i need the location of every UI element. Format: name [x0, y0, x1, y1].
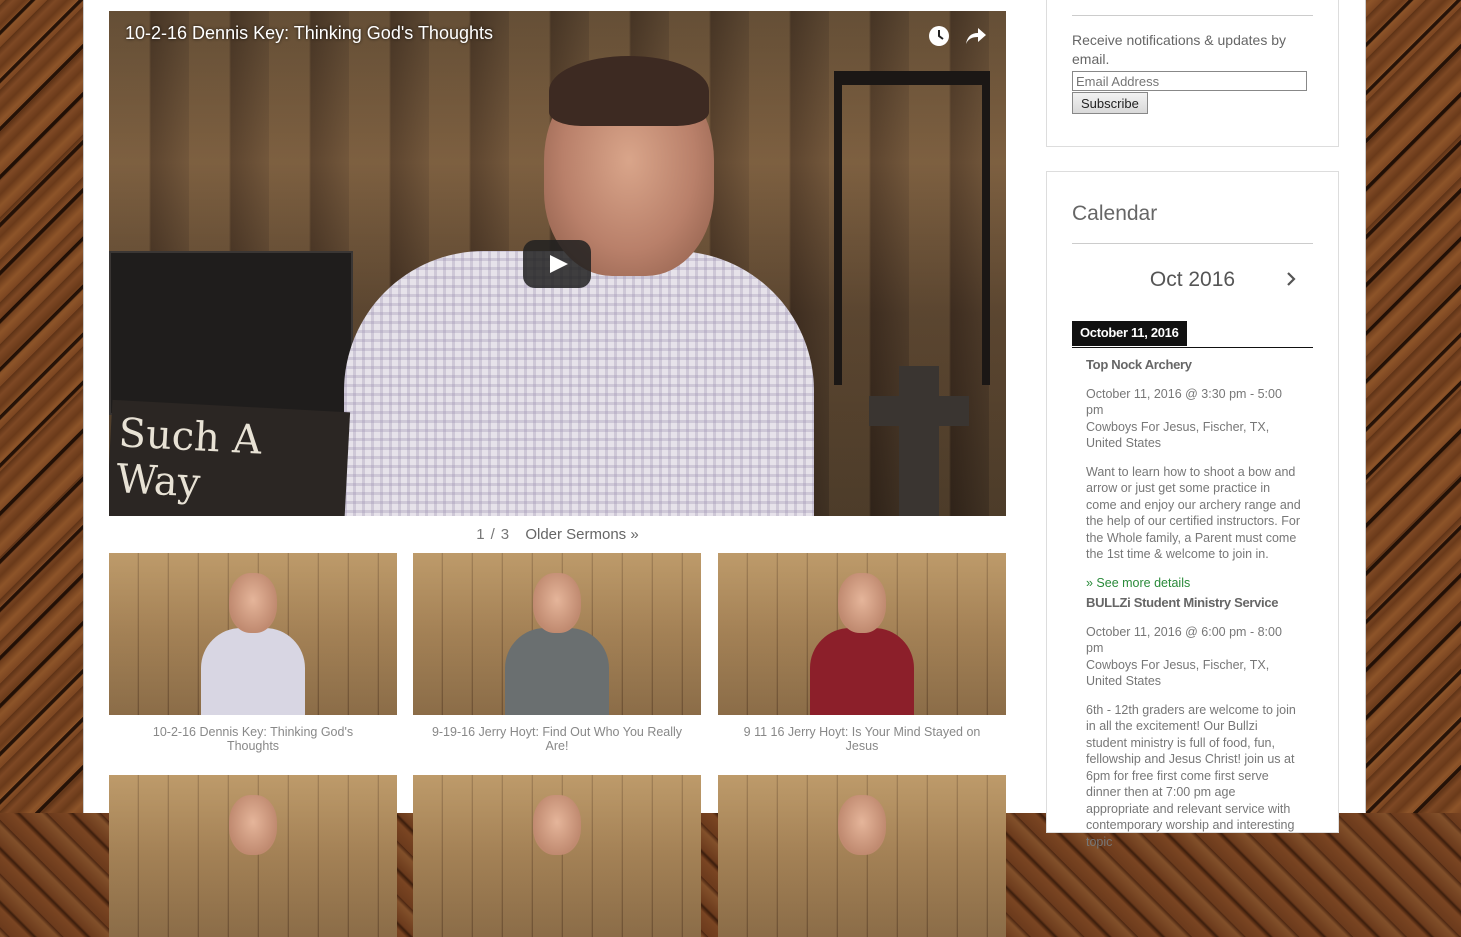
event-title[interactable]: Top Nock Archery: [1086, 357, 1302, 374]
thumbnail-face: [533, 795, 581, 855]
thumbnail-body: [505, 628, 609, 715]
thumbnail-person: [810, 573, 914, 715]
event-description: Want to learn how to shoot a bow and arr…: [1086, 464, 1301, 562]
see-more-details-link[interactable]: » See more details: [1086, 575, 1302, 592]
video-sign: Such A Way: [109, 399, 351, 516]
email-field[interactable]: [1072, 71, 1307, 91]
thumbnail-face: [838, 573, 886, 633]
play-icon[interactable]: [523, 240, 591, 288]
event-description: 6th - 12th graders are welcome to join i…: [1086, 702, 1296, 849]
subscribe-widget: Receive notifications & updates by email…: [1046, 0, 1339, 147]
subscribe-text: Receive notifications & updates by email…: [1072, 32, 1287, 67]
thumbnail-face: [229, 573, 277, 633]
thumbnail-person: [810, 795, 914, 937]
widget-divider: [1072, 15, 1313, 16]
wood-background-left: [0, 0, 83, 813]
video-stool: [834, 71, 990, 385]
video-cross: [869, 366, 969, 516]
older-sermons-link[interactable]: Older Sermons »: [525, 526, 638, 543]
thumbnail-image[interactable]: [718, 553, 1006, 715]
calendar-event: Top Nock Archery October 11, 2016 @ 3:30…: [1086, 357, 1302, 591]
sermon-pager: 1 / 3 Older Sermons »: [109, 526, 1006, 543]
thumbnail-image[interactable]: [413, 553, 701, 715]
clock-icon[interactable]: [928, 25, 950, 47]
page-content: Such A Way 10-2-16 Dennis Key: Thinking …: [83, 0, 1366, 937]
pager-total: 3: [500, 526, 510, 543]
pager-current: 1: [476, 526, 485, 543]
event-time: October 11, 2016 @ 3:30 pm - 5:00 pm: [1086, 386, 1282, 418]
sermon-thumbnail[interactable]: [718, 775, 1006, 937]
thumbnail-caption[interactable]: 9-19-16 Jerry Hoyt: Find Out Who You Rea…: [413, 725, 701, 753]
thumbnail-person: [505, 573, 609, 715]
sermon-thumbnail[interactable]: [413, 775, 701, 937]
calendar-title: Calendar: [1072, 202, 1158, 225]
event-title[interactable]: BULLZi Student Ministry Service: [1086, 595, 1302, 612]
thumbnail-image[interactable]: [109, 553, 397, 715]
sermon-thumbnail[interactable]: [109, 775, 397, 937]
video-player[interactable]: Such A Way 10-2-16 Dennis Key: Thinking …: [109, 11, 1006, 516]
thumbnail-caption[interactable]: 9 11 16 Jerry Hoyt: Is Your Mind Stayed …: [718, 725, 1006, 753]
thumbnail-person: [201, 795, 305, 937]
subscribe-button[interactable]: Subscribe: [1072, 92, 1148, 114]
video-amp: [109, 251, 353, 415]
event-location: Cowboys For Jesus, Fischer, TX, United S…: [1086, 419, 1270, 451]
thumbnail-face: [229, 795, 277, 855]
video-title[interactable]: 10-2-16 Dennis Key: Thinking God's Thoug…: [125, 23, 493, 44]
thumbnail-image[interactable]: [109, 775, 397, 937]
calendar-day-label: October 11, 2016: [1072, 321, 1187, 346]
video-speaker-shirt: [344, 251, 814, 516]
chevron-right-icon[interactable]: [1283, 271, 1299, 287]
calendar-widget: Calendar Oct 2016 October 11, 2016 Top N…: [1046, 171, 1339, 849]
sermon-thumbnail[interactable]: 10-2-16 Dennis Key: Thinking God's Thoug…: [109, 553, 397, 753]
thumbnail-body: [810, 628, 914, 715]
wood-background-right: [1364, 0, 1461, 813]
thumbnail-image[interactable]: [718, 775, 1006, 937]
pager-separator: /: [490, 526, 495, 543]
share-icon[interactable]: [964, 25, 986, 47]
calendar-event: BULLZi Student Ministry Service October …: [1086, 595, 1302, 850]
thumbnail-face: [533, 573, 581, 633]
calendar-month: Oct 2016: [1149, 268, 1236, 291]
widget-divider: [1072, 243, 1313, 244]
thumbnail-body: [201, 628, 305, 715]
sermon-thumbnail[interactable]: 9 11 16 Jerry Hoyt: Is Your Mind Stayed …: [718, 553, 1006, 753]
video-speaker-hair: [549, 56, 709, 126]
event-location: Cowboys For Jesus, Fischer, TX, United S…: [1086, 657, 1270, 689]
thumbnail-person: [505, 795, 609, 937]
event-time: October 11, 2016 @ 6:00 pm - 8:00 pm: [1086, 624, 1282, 656]
thumbnail-image[interactable]: [413, 775, 701, 937]
thumbnail-face: [838, 795, 886, 855]
thumbnail-caption[interactable]: 10-2-16 Dennis Key: Thinking God's Thoug…: [109, 725, 397, 753]
thumbnail-person: [201, 573, 305, 715]
calendar-day-divider: [1072, 347, 1313, 348]
sermon-thumbnail[interactable]: 9-19-16 Jerry Hoyt: Find Out Who You Rea…: [413, 553, 701, 753]
